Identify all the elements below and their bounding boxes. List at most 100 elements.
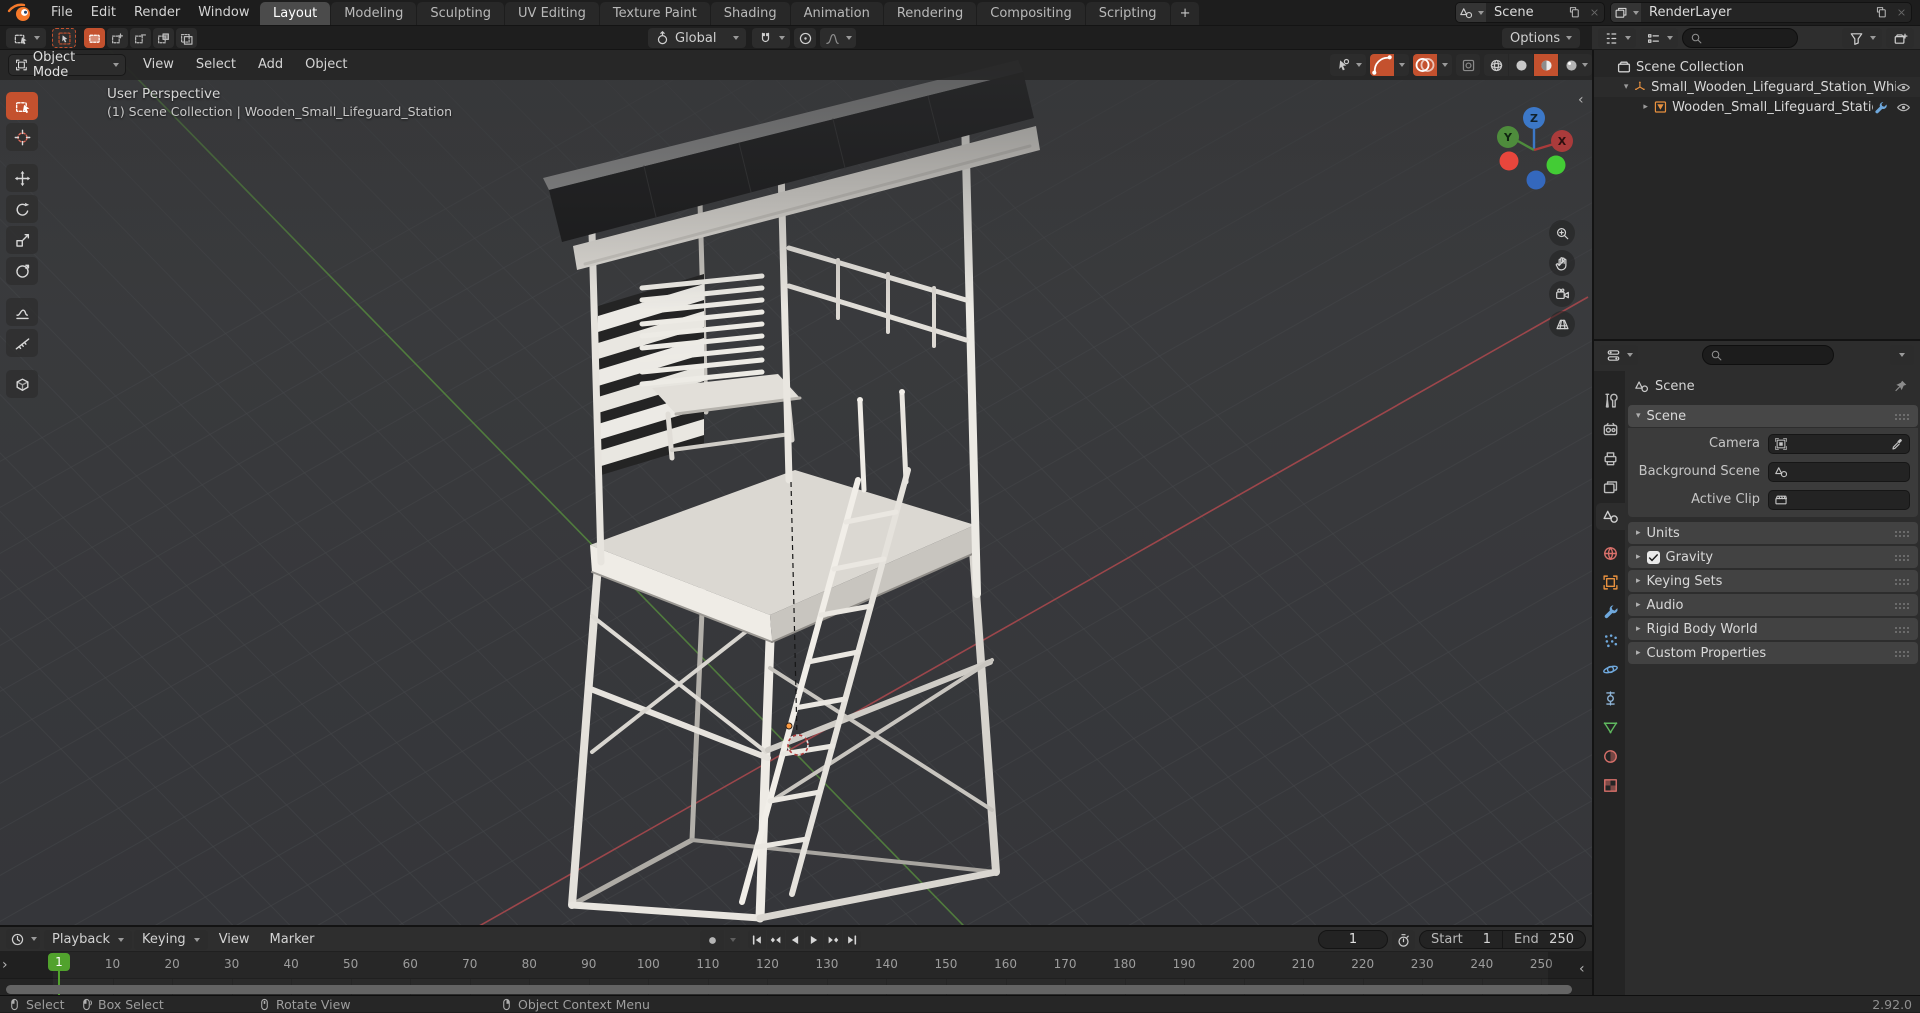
render-layer-value[interactable]: RenderLayer [1641, 5, 1871, 20]
properties-tab-render[interactable] [1596, 416, 1625, 443]
add-workspace-button[interactable]: + [1170, 2, 1200, 25]
panel-grip[interactable] [1894, 412, 1910, 420]
gizmos-dropdown[interactable] [1394, 54, 1409, 76]
active-clip-field[interactable] [1768, 490, 1910, 510]
select-mode-extend[interactable] [107, 28, 128, 48]
gravity-checkbox[interactable] [1646, 550, 1660, 564]
playhead[interactable]: 1 [48, 953, 70, 971]
properties-search-input[interactable] [1702, 345, 1834, 365]
menu-window[interactable]: Window [189, 0, 258, 26]
shading-solid-button[interactable] [1509, 54, 1533, 76]
properties-tab-view-layer[interactable] [1596, 474, 1625, 501]
background-scene-field[interactable] [1768, 462, 1910, 482]
hide-eye-icon[interactable] [1896, 100, 1911, 115]
workspace-tab-layout[interactable]: Layout [260, 2, 331, 25]
scene-selector-value[interactable]: Scene [1486, 5, 1564, 20]
properties-tab-physics[interactable] [1596, 656, 1625, 683]
workspace-tab-sculpting[interactable]: Sculpting [417, 2, 505, 25]
timeline-collapse-chevron[interactable]: ‹ [1579, 961, 1585, 977]
gizmos-toggle[interactable] [1370, 54, 1394, 76]
eyedropper-icon[interactable] [1890, 437, 1904, 451]
scene-panel-header[interactable]: ▾ Scene [1628, 405, 1918, 427]
zoom-button[interactable] [1549, 220, 1575, 246]
workspace-tab-rendering[interactable]: Rendering [883, 2, 977, 25]
scene-unlink-button[interactable] [1584, 3, 1604, 22]
tool-add-cube[interactable] [6, 370, 38, 398]
previous-keyframe-button[interactable] [767, 930, 785, 949]
viewport-menu-add[interactable]: Add [249, 50, 292, 80]
select-mode-subtract[interactable] [130, 28, 151, 48]
tool-rotate[interactable] [6, 195, 38, 223]
workspace-tab-modeling[interactable]: Modeling [331, 2, 417, 25]
tool-transform[interactable] [6, 257, 38, 285]
workspace-tab-animation[interactable]: Animation [790, 2, 883, 25]
disclosure-icon[interactable]: ▾ [1621, 82, 1631, 92]
timeline-menu-marker[interactable]: Marker [261, 927, 324, 952]
scene-selector[interactable]: Scene [1455, 2, 1605, 23]
camera-view-button[interactable] [1549, 281, 1575, 307]
transform-orientation-dropdown[interactable]: Global [648, 28, 746, 48]
outliner-editor-type-button[interactable] [1598, 28, 1636, 48]
panel-gravity[interactable]: ▸ Gravity [1628, 546, 1918, 568]
snap-toggle-button[interactable] [752, 28, 790, 48]
outliner-display-mode-dropdown[interactable] [1640, 28, 1678, 48]
properties-editor-type-button[interactable] [1600, 345, 1638, 365]
pan-button[interactable] [1549, 250, 1575, 276]
timeline-ruler[interactable]: 10 20 30 40 50 60 70 80 90 100 110 120 130 140 150 160 1… [0, 952, 1592, 979]
use-preview-range-button[interactable] [1392, 930, 1415, 950]
shading-material-button[interactable] [1534, 54, 1558, 76]
start-frame-field[interactable]: Start 1 [1420, 931, 1502, 948]
timeline-scrollbar[interactable] [6, 985, 1572, 994]
options-dropdown[interactable]: Options [1502, 28, 1581, 48]
viewport-menu-object[interactable]: Object [296, 50, 356, 80]
new-collection-button[interactable] [1886, 28, 1914, 48]
navigation-gizmo[interactable]: Z Y X [1480, 84, 1592, 224]
properties-tab-object-data[interactable] [1596, 714, 1625, 741]
tool-box-select[interactable] [6, 92, 38, 120]
overlays-dropdown[interactable] [1437, 54, 1452, 76]
panel-custom-properties[interactable]: ▸ Custom Properties [1628, 642, 1918, 664]
play-reverse-button[interactable] [786, 930, 804, 949]
panel-keying-sets[interactable]: ▸ Keying Sets [1628, 570, 1918, 592]
play-button[interactable] [805, 930, 823, 949]
select-mode-intersect[interactable] [176, 28, 197, 48]
tool-dropdown-button[interactable] [6, 28, 46, 48]
auto-keying-button[interactable] [700, 930, 724, 950]
menu-file[interactable]: File [42, 0, 82, 26]
workspace-tab-texture-paint[interactable]: Texture Paint [599, 2, 710, 25]
properties-options-chevron[interactable] [1890, 345, 1914, 365]
properties-tab-output[interactable] [1596, 445, 1625, 472]
tool-measure[interactable] [6, 329, 38, 357]
current-frame-field[interactable]: 1 [1318, 930, 1388, 949]
outliner-search-input[interactable] [1682, 28, 1798, 48]
jump-to-start-button[interactable] [748, 930, 766, 949]
active-tool-button[interactable] [52, 28, 76, 48]
outliner-row[interactable]: Scene Collection [1594, 57, 1920, 77]
timeline-editor-type-button[interactable] [6, 929, 40, 949]
blender-logo-icon[interactable] [6, 2, 34, 24]
outliner-filter-dropdown[interactable] [1842, 28, 1882, 48]
tool-cursor[interactable] [6, 123, 38, 151]
properties-tab-texture[interactable] [1596, 772, 1625, 799]
end-frame-field[interactable]: End 250 [1502, 931, 1585, 948]
visibility-dropdown[interactable] [1330, 54, 1366, 76]
workspace-tab-shading[interactable]: Shading [710, 2, 790, 25]
timeline-menu-playback[interactable]: Playback [44, 929, 133, 950]
toggle-projection-button[interactable] [1549, 311, 1575, 337]
properties-tab-tool[interactable] [1596, 387, 1625, 414]
panel-units[interactable]: ▸ Units [1628, 522, 1918, 544]
viewport-3d[interactable]: Object Mode View Select Add Object User Per… [0, 50, 1592, 925]
pin-icon[interactable] [1893, 379, 1908, 394]
scene-copy-button[interactable] [1564, 3, 1584, 22]
menu-render[interactable]: Render [125, 0, 189, 26]
menu-edit[interactable]: Edit [82, 0, 125, 26]
workspace-tab-compositing[interactable]: Compositing [977, 2, 1085, 25]
render-layer-selector[interactable]: RenderLayer [1610, 2, 1912, 23]
timeline-menu-keying[interactable]: Keying [134, 929, 208, 950]
render-layer-unlink-button[interactable] [1891, 3, 1911, 22]
proportional-falloff-dropdown[interactable] [820, 28, 856, 48]
hide-eye-icon[interactable] [1896, 80, 1911, 95]
disclosure-icon[interactable]: ▸ [1640, 102, 1651, 112]
properties-tab-scene[interactable] [1596, 503, 1625, 530]
timeline-expand-chevron[interactable]: › [2, 957, 8, 973]
